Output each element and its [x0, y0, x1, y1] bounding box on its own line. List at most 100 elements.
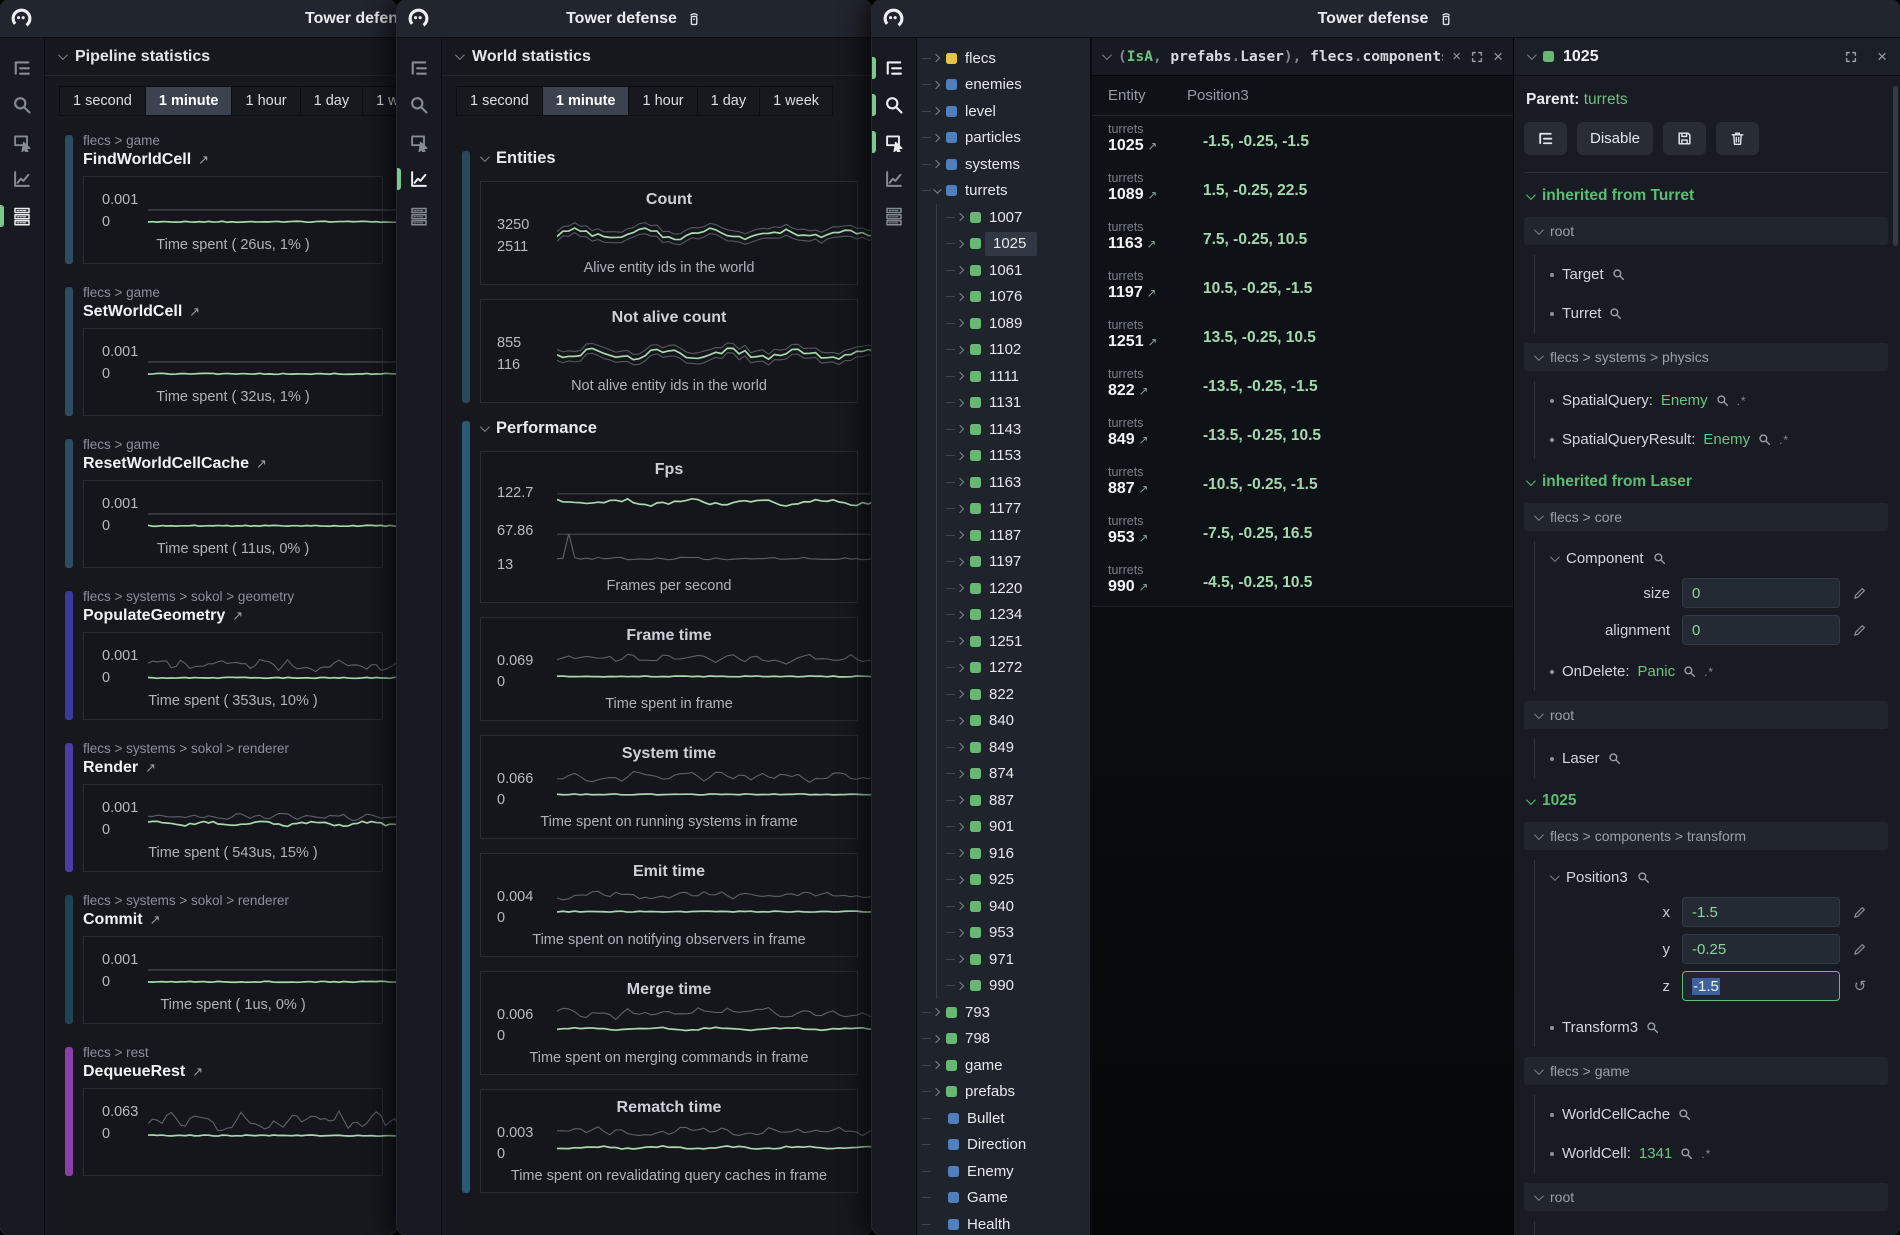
chevron-right-icon[interactable] [956, 849, 964, 857]
entity-id-link[interactable]: 1163↗ [1108, 234, 1203, 253]
fullscreen-icon[interactable] [1844, 50, 1858, 64]
entity-id-link[interactable]: 849↗ [1108, 430, 1203, 449]
chevron-right-icon[interactable] [956, 213, 964, 221]
tree-icon[interactable] [409, 58, 429, 78]
path-strip[interactable]: flecs > game [1524, 1057, 1888, 1085]
search-icon[interactable] [1609, 307, 1622, 320]
tab-1-second[interactable]: 1 second [457, 87, 542, 115]
chevron-down-icon[interactable] [1550, 552, 1560, 562]
tree-item-particles[interactable]: particles [917, 125, 1090, 152]
search-icon[interactable] [12, 95, 32, 115]
tree-item-prefabs[interactable]: prefabs [917, 1079, 1090, 1106]
scrollbar-thumb[interactable] [1893, 86, 1898, 246]
tree-item-1187[interactable]: 1187 [917, 522, 1090, 549]
inspector-section-title[interactable]: inherited from Laser [1526, 473, 1888, 491]
chevron-right-icon[interactable] [956, 293, 964, 301]
entity-id-link[interactable]: 990↗ [1108, 577, 1203, 596]
chevron-right-icon[interactable] [956, 982, 964, 990]
tree-item-Game[interactable]: Game [917, 1185, 1090, 1212]
search-icon[interactable] [1608, 752, 1621, 765]
tab-1-week[interactable]: 1 week [363, 87, 397, 115]
close-icon[interactable]: × [1877, 47, 1887, 67]
chevron-right-icon[interactable] [932, 1061, 940, 1069]
field-input-y[interactable]: -0.25 [1682, 934, 1840, 964]
tab-1-second[interactable]: 1 second [60, 87, 145, 115]
external-link-icon[interactable]: ↗ [192, 1064, 203, 1080]
tab-1-minute[interactable]: 1 minute [146, 87, 232, 115]
tab-1-day[interactable]: 1 day [698, 87, 759, 115]
select-icon[interactable] [884, 132, 904, 152]
edit-icon[interactable] [1852, 586, 1868, 601]
clear-query-icon[interactable]: × [1452, 48, 1461, 65]
search-icon[interactable] [1680, 1147, 1693, 1160]
external-link-icon[interactable]: ↗ [189, 304, 200, 320]
search-icon[interactable] [1612, 268, 1625, 281]
tree-item-822[interactable]: 822 [917, 681, 1090, 708]
search-icon[interactable] [884, 95, 904, 115]
parent-link[interactable]: turrets [1584, 91, 1628, 108]
external-link-icon[interactable]: ↗ [150, 912, 161, 928]
tree-item-874[interactable]: 874 [917, 761, 1090, 788]
search-icon[interactable] [1646, 1021, 1659, 1034]
chevron-right-icon[interactable] [956, 584, 964, 592]
edit-icon[interactable] [1852, 905, 1868, 920]
tree-item-enemies[interactable]: enemies [917, 72, 1090, 99]
tree-item-953[interactable]: 953 [917, 920, 1090, 947]
tab-1-minute[interactable]: 1 minute [543, 87, 629, 115]
tree-item-1076[interactable]: 1076 [917, 284, 1090, 311]
entity-id-link[interactable]: 1197↗ [1108, 283, 1203, 302]
stats-icon[interactable] [884, 206, 904, 226]
tree-item-1061[interactable]: 1061 [917, 257, 1090, 284]
chevron-right-icon[interactable] [956, 770, 964, 778]
tree-item-1131[interactable]: 1131 [917, 390, 1090, 417]
query-row[interactable]: turrets953↗-7.5, -0.25, 16.5 [1092, 508, 1513, 557]
query-text[interactable]: (IsA, prefabs.Laser), flecs.components [1118, 49, 1443, 65]
external-link-icon[interactable]: ↗ [145, 760, 156, 776]
chevron-right-icon[interactable] [956, 637, 964, 645]
chevron-right-icon[interactable] [956, 266, 964, 274]
chevron-right-icon[interactable] [956, 346, 964, 354]
tree-item-Health[interactable]: Health [917, 1211, 1090, 1235]
tree-item-1197[interactable]: 1197 [917, 549, 1090, 576]
search-icon[interactable] [1653, 552, 1666, 565]
chevron-right-icon[interactable] [956, 955, 964, 963]
query-row[interactable]: turrets887↗-10.5, -0.25, -1.5 [1092, 459, 1513, 508]
tree-item-1111[interactable]: 1111 [917, 363, 1090, 390]
inspector-section-title[interactable]: inherited from Turret [1526, 187, 1888, 205]
entity-id-link[interactable]: 1025↗ [1108, 136, 1203, 155]
query-row[interactable]: turrets1197↗10.5, -0.25, -1.5 [1092, 263, 1513, 312]
chevron-right-icon[interactable] [956, 611, 964, 619]
entity-id-link[interactable]: 887↗ [1108, 479, 1203, 498]
tree-item-Enemy[interactable]: Enemy [917, 1158, 1090, 1185]
stats-icon[interactable] [409, 206, 429, 226]
chart-icon[interactable] [12, 169, 32, 189]
chevron-right-icon[interactable] [932, 54, 940, 62]
tree-item-systems[interactable]: systems [917, 151, 1090, 178]
tree-item-Direction[interactable]: Direction [917, 1132, 1090, 1159]
chevron-right-icon[interactable] [956, 876, 964, 884]
path-strip[interactable]: flecs > components > transform [1524, 822, 1888, 850]
chevron-right-icon[interactable] [932, 134, 940, 142]
tree-item-916[interactable]: 916 [917, 840, 1090, 867]
tree-item-1234[interactable]: 1234 [917, 602, 1090, 629]
tree-item-1153[interactable]: 1153 [917, 443, 1090, 470]
remote-connection-icon[interactable] [1437, 10, 1454, 27]
entity-id-link[interactable]: 822↗ [1108, 381, 1203, 400]
section-header[interactable]: Entities [480, 149, 858, 168]
tree-item-1102[interactable]: 1102 [917, 337, 1090, 364]
chart-icon[interactable] [884, 169, 904, 189]
search-icon[interactable] [1637, 871, 1650, 884]
chevron-right-icon[interactable] [956, 690, 964, 698]
item-value[interactable]: Enemy [1703, 431, 1750, 448]
tree-item-1163[interactable]: 1163 [917, 469, 1090, 496]
tree-item-887[interactable]: 887 [917, 787, 1090, 814]
select-icon[interactable] [12, 132, 32, 152]
panel-header-world-statistics[interactable]: World statistics [442, 38, 872, 76]
chevron-down-icon[interactable] [1550, 871, 1560, 881]
tree-item-1007[interactable]: 1007 [917, 204, 1090, 231]
query-row[interactable]: turrets1163↗7.5, -0.25, 10.5 [1092, 214, 1513, 263]
tab-1-hour[interactable]: 1 hour [629, 87, 696, 115]
field-input-x[interactable]: -1.5 [1682, 897, 1840, 927]
tree-item-793[interactable]: 793 [917, 999, 1090, 1026]
tree-item-925[interactable]: 925 [917, 867, 1090, 894]
